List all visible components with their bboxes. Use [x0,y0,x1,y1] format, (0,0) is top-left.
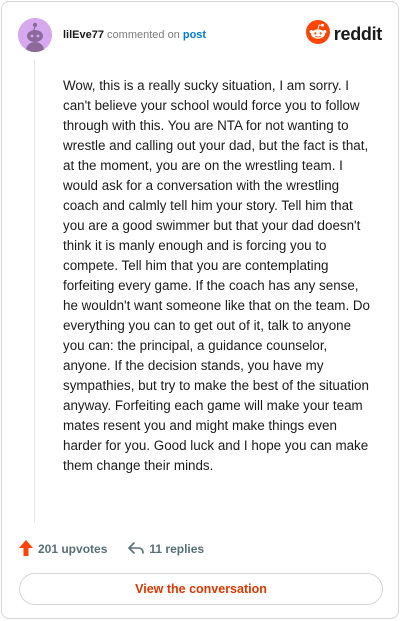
comment-meta: lilEve77 commented on post [63,28,206,42]
reddit-logo[interactable]: reddit [305,19,383,49]
upvote-arrow-icon [18,539,34,560]
view-conversation-button[interactable]: View the conversation [19,573,383,605]
reply-arrow-icon [127,540,145,559]
meta-action-text: commented on [103,29,183,41]
username-link[interactable]: lilEve77 [63,29,104,41]
thread-line [34,60,35,522]
reply-count: 11 replies [149,542,205,556]
user-avatar-icon[interactable] [18,18,52,52]
replies-button[interactable]: 11 replies [127,540,204,559]
comment-header: lilEve77 commented on post reddit [18,18,382,52]
reddit-wordmark: reddit [333,23,383,44]
comment-body: Wow, this is a really sucky situation, I… [63,78,371,473]
comment-actions: 201 upvotes 11 replies [18,538,204,560]
reddit-snoo-icon [305,19,330,49]
post-link[interactable]: post [183,29,206,41]
comment-embed-card: lilEve77 commented on post reddit Wow, t… [1,1,399,619]
upvote-count: 201 upvotes [38,542,108,556]
upvote-button[interactable]: 201 upvotes [18,539,107,560]
